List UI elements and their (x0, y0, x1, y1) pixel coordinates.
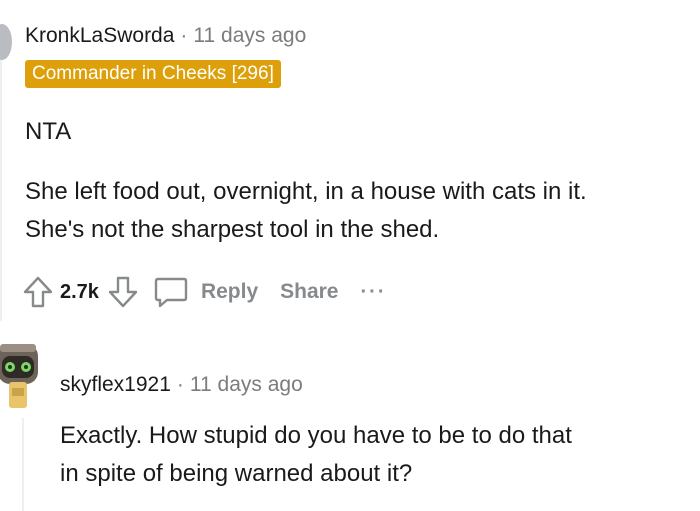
downvote-button[interactable] (107, 275, 139, 309)
comment-bubble-icon (154, 277, 188, 308)
timestamp[interactable]: 11 days ago (193, 24, 306, 47)
reply-label: Reply (200, 280, 259, 303)
meta-separator: · (176, 373, 184, 396)
reply-button[interactable]: Reply (153, 275, 258, 309)
avatar[interactable] (0, 24, 12, 60)
reply-avatar[interactable] (0, 342, 42, 412)
comment-body-line: She left food out, overnight, in a house… (25, 178, 587, 205)
downvote-icon (108, 276, 138, 308)
upvote-button[interactable] (22, 275, 54, 309)
vote-score: 2.7k (60, 280, 99, 303)
more-options-button[interactable]: ··· (361, 281, 387, 304)
comment-body-line: She's not the sharpest tool in the shed. (25, 216, 440, 243)
reply-timestamp[interactable]: 11 days ago (190, 373, 303, 396)
comment-body-line: NTA (25, 118, 72, 145)
reply-thread-line[interactable] (22, 418, 24, 511)
reply-body-line: in spite of being warned about it? (60, 460, 413, 487)
meta-separator: · (180, 24, 188, 47)
comment-actions: 2.7k Reply Share ··· (22, 270, 386, 314)
reply-meta: skyflex1921 · 11 days ago (60, 373, 303, 397)
share-button[interactable]: Share (280, 280, 338, 304)
comment-thread-line[interactable] (0, 56, 2, 321)
upvote-icon (23, 276, 53, 308)
username[interactable]: KronkLaSworda (25, 24, 174, 47)
comment-meta: KronkLaSworda · 11 days ago (25, 24, 306, 48)
reply-body-line: Exactly. How stupid do you have to be to… (60, 422, 572, 449)
user-flair: Commander in Cheeks [296] (25, 60, 281, 88)
reply-username[interactable]: skyflex1921 (60, 373, 171, 396)
